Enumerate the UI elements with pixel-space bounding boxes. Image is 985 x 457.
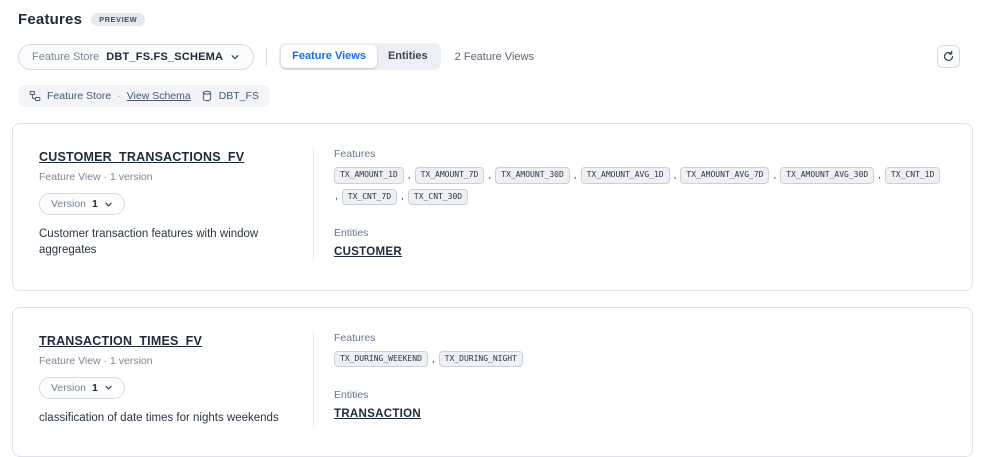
version-dropdown[interactable]: Version 1	[39, 193, 125, 215]
features-chip-list: TX_AMOUNT_1D,TX_AMOUNT_7D,TX_AMOUNT_30D,…	[334, 167, 946, 205]
chip-separator: ,	[408, 170, 411, 181]
entities-block: Entities CUSTOMER	[334, 227, 946, 260]
chip-separator: ,	[335, 191, 338, 202]
page-header: Features PREVIEW	[0, 0, 985, 28]
chevron-down-icon	[104, 200, 113, 209]
feature-chip: TX_AMOUNT_30D	[495, 167, 570, 183]
toolbar: Feature Store DBT_FS.FS_SCHEMA Feature V…	[18, 43, 960, 70]
database-icon	[201, 90, 213, 102]
feature-view-description: classification of date times for nights …	[39, 411, 293, 427]
preview-badge: PREVIEW	[91, 13, 145, 27]
feature-view-title-link[interactable]: TRANSACTION_TIMES_FV	[39, 334, 202, 348]
feature-view-card: TRANSACTION_TIMES_FV Feature View · 1 ve…	[12, 307, 973, 457]
feature-view-title-link[interactable]: CUSTOMER_TRANSACTIONS_FV	[39, 150, 244, 164]
version-label: Version	[51, 198, 86, 210]
chip-separator: ,	[773, 170, 776, 181]
version-label: Version	[51, 382, 86, 394]
feature-view-meta: Feature View · 1 version	[39, 171, 293, 183]
chip-separator: ,	[574, 170, 577, 181]
features-label: Features	[334, 148, 946, 160]
entities-block: Entities TRANSACTION	[334, 389, 946, 422]
breadcrumb-separator: ·	[117, 90, 121, 102]
feature-chip: TX_DURING_WEEKEND	[334, 351, 428, 367]
breadcrumb: Feature Store · View Schema DBT_FS	[18, 85, 270, 107]
page-title: Features	[18, 11, 82, 28]
feature-view-description: Customer transaction features with windo…	[39, 227, 293, 258]
feature-view-meta: Feature View · 1 version	[39, 355, 293, 367]
version-dropdown[interactable]: Version 1	[39, 377, 125, 399]
feature-store-icon	[29, 90, 41, 102]
feature-view-card: CUSTOMER_TRANSACTIONS_FV Feature View · …	[12, 123, 973, 291]
breadcrumb-root: Feature Store	[47, 90, 111, 102]
feature-chip: TX_AMOUNT_AVG_30D	[780, 167, 874, 183]
feature-chip: TX_DURING_NIGHT	[439, 351, 523, 367]
feature-chip: TX_AMOUNT_7D	[415, 167, 485, 183]
feature-chip: TX_AMOUNT_AVG_1D	[581, 167, 670, 183]
entity-link[interactable]: CUSTOMER	[334, 246, 402, 258]
tab-entities[interactable]: Entities	[377, 45, 439, 68]
feature-chip: TX_CNT_30D	[408, 189, 468, 205]
chip-separator: ,	[878, 170, 881, 181]
card-details: Features TX_AMOUNT_1D,TX_AMOUNT_7D,TX_AM…	[314, 148, 946, 260]
view-schema-link[interactable]: View Schema	[127, 90, 191, 102]
chevron-down-icon	[230, 52, 240, 62]
feature-views-count: 2 Feature Views	[455, 51, 534, 63]
entities-label: Entities	[334, 227, 946, 239]
entities-label: Entities	[334, 389, 946, 401]
chip-separator: ,	[674, 170, 677, 181]
card-details: Features TX_DURING_WEEKEND, TX_DURING_NIG…	[314, 332, 946, 427]
breadcrumb-database: DBT_FS	[219, 90, 259, 102]
feature-chip: TX_CNT_7D	[342, 189, 397, 205]
feature-store-selector[interactable]: Feature Store DBT_FS.FS_SCHEMA	[18, 44, 254, 70]
feature-store-label: Feature Store	[32, 51, 99, 63]
refresh-icon	[942, 50, 955, 63]
card-summary: TRANSACTION_TIMES_FV Feature View · 1 ve…	[39, 332, 313, 427]
card-summary: CUSTOMER_TRANSACTIONS_FV Feature View · …	[39, 148, 313, 260]
chevron-down-icon	[104, 383, 113, 392]
features-chip-list: TX_DURING_WEEKEND, TX_DURING_NIGHT	[334, 351, 946, 367]
version-value: 1	[92, 382, 98, 394]
chip-separator: ,	[488, 170, 491, 181]
version-value: 1	[92, 198, 98, 210]
feature-store-value: DBT_FS.FS_SCHEMA	[106, 51, 223, 63]
toolbar-divider	[266, 48, 267, 66]
refresh-button[interactable]	[937, 45, 960, 68]
feature-chip: TX_AMOUNT_1D	[334, 167, 404, 183]
chip-separator: ,	[401, 191, 404, 202]
features-label: Features	[334, 332, 946, 344]
entity-link[interactable]: TRANSACTION	[334, 408, 421, 420]
tab-feature-views[interactable]: Feature Views	[281, 45, 377, 68]
feature-chip: TX_CNT_1D	[885, 167, 940, 183]
feature-chip: TX_AMOUNT_AVG_7D	[680, 167, 769, 183]
chip-separator: ,	[432, 354, 435, 365]
view-tabs: Feature Views Entities	[279, 43, 441, 70]
